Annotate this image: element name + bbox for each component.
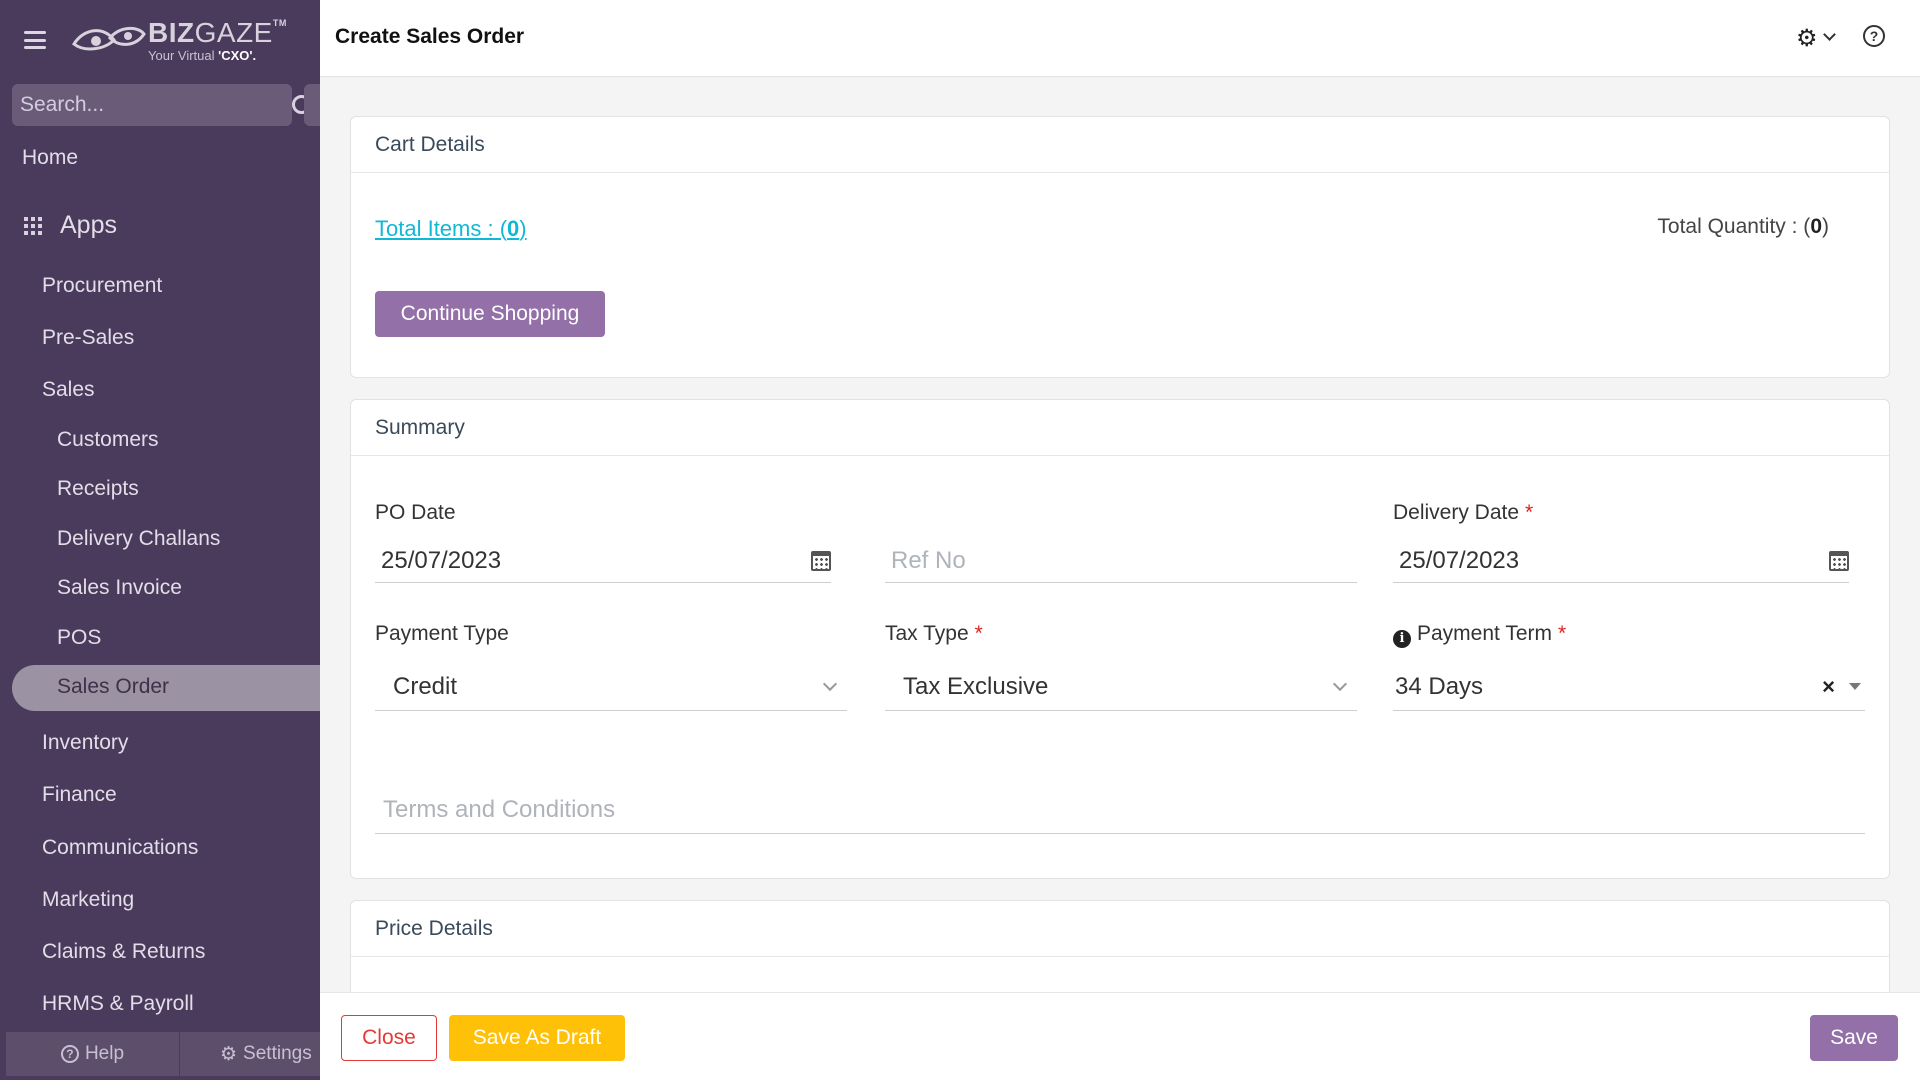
sidebar-item-delivery-challans[interactable]: Delivery Challans — [57, 527, 220, 551]
payment-type-value: Credit — [393, 672, 458, 700]
summary-title: Summary — [351, 400, 1889, 456]
payment-term-value: 34 Days — [1395, 672, 1484, 700]
payment-term-select[interactable]: 34 Days × — [1393, 663, 1865, 711]
calendar-icon[interactable] — [811, 550, 831, 571]
action-footer: Close Save As Draft Save — [320, 992, 1920, 1080]
sidebar-scroll-tab[interactable] — [304, 84, 320, 126]
delivery-date-field[interactable]: 25/07/2023 — [1393, 539, 1849, 583]
delivery-date-label: Delivery Date * — [1393, 501, 1534, 524]
sidebar-item-home[interactable]: Home — [22, 146, 78, 170]
total-quantity: Total Quantity : (0) — [1657, 215, 1829, 238]
save-button[interactable]: Save — [1810, 1015, 1898, 1061]
help-button[interactable]: ? Help — [6, 1032, 180, 1076]
price-details-title: Price Details — [351, 901, 1889, 957]
calendar-icon[interactable] — [1829, 550, 1849, 571]
save-as-draft-button[interactable]: Save As Draft — [449, 1015, 625, 1061]
delivery-date-value: 25/07/2023 — [1399, 546, 1520, 574]
clear-icon[interactable]: × — [1822, 674, 1835, 700]
summary-card: Summary PO Date 25/07/2023 Ref No Delive… — [350, 399, 1890, 879]
payment-type-label: Payment Type — [375, 622, 509, 645]
tax-type-label: Tax Type * — [885, 622, 983, 645]
po-date-label: PO Date — [375, 501, 456, 524]
sidebar-item-apps[interactable]: Apps — [24, 211, 117, 240]
sidebar-item-receipts[interactable]: Receipts — [57, 477, 139, 501]
settings-button[interactable]: ⚙ Settings — [180, 1032, 320, 1076]
chevron-down-icon[interactable] — [1823, 28, 1836, 41]
gear-icon: ⚙ — [220, 1043, 238, 1065]
sidebar-item-hrms-payroll[interactable]: HRMS & Payroll — [42, 992, 194, 1016]
sidebar: BIZGAZETM Your Virtual 'CXO'. Home Apps … — [0, 0, 320, 1080]
apps-label: Apps — [60, 211, 117, 239]
apps-grid-icon — [24, 216, 42, 235]
sidebar-item-sales-order[interactable]: Sales Order — [57, 675, 169, 699]
payment-type-select[interactable]: Credit — [375, 663, 847, 711]
info-icon[interactable]: i — [1393, 629, 1411, 648]
chevron-down-icon — [822, 676, 838, 691]
logo-tagline: Your Virtual 'CXO'. — [148, 47, 257, 63]
hamburger-menu-icon[interactable] — [24, 31, 46, 49]
total-items-link[interactable]: Total Items : (0) — [375, 216, 527, 242]
ref-no-field[interactable]: Ref No — [885, 539, 1357, 583]
page-header: Create Sales Order ⚙ ? — [320, 0, 1920, 77]
page-title: Create Sales Order — [335, 25, 525, 48]
logo-name: BIZGAZETM — [148, 16, 287, 48]
sidebar-footer: ? Help ⚙ Settings — [6, 1032, 320, 1076]
sidebar-item-pos[interactable]: POS — [57, 626, 101, 650]
sidebar-item-finance[interactable]: Finance — [42, 783, 117, 807]
search-input[interactable] — [20, 93, 291, 117]
po-date-field[interactable]: 25/07/2023 — [375, 539, 831, 583]
tax-type-select[interactable]: Tax Exclusive — [885, 663, 1357, 711]
close-button[interactable]: Close — [341, 1015, 437, 1061]
help-icon[interactable]: ? — [1863, 25, 1885, 47]
payment-term-label: i Payment Term * — [1393, 622, 1566, 648]
sidebar-search — [12, 84, 311, 126]
caret-down-icon[interactable] — [1849, 683, 1861, 690]
ref-no-placeholder: Ref No — [891, 546, 966, 574]
continue-shopping-button[interactable]: Continue Shopping — [375, 291, 605, 337]
help-circle-icon: ? — [60, 1045, 79, 1063]
sidebar-item-marketing[interactable]: Marketing — [42, 888, 134, 912]
sidebar-item-claims-returns[interactable]: Claims & Returns — [42, 940, 205, 964]
sidebar-item-inventory[interactable]: Inventory — [42, 731, 128, 755]
settings-label: Settings — [243, 1043, 312, 1064]
gear-icon[interactable]: ⚙ — [1796, 24, 1818, 53]
sidebar-item-pre-sales[interactable]: Pre-Sales — [42, 326, 134, 350]
sidebar-header: BIZGAZETM Your Virtual 'CXO'. — [0, 0, 320, 80]
sidebar-item-communications[interactable]: Communications — [42, 836, 198, 860]
chevron-down-icon — [1332, 676, 1348, 691]
terms-placeholder: Terms and Conditions — [383, 795, 616, 823]
sidebar-item-procurement[interactable]: Procurement — [42, 274, 162, 298]
help-label: Help — [84, 1043, 125, 1064]
cart-details-card: Cart Details Total Items : (0) Total Qua… — [350, 116, 1890, 378]
po-date-value: 25/07/2023 — [381, 546, 502, 574]
sidebar-item-customers[interactable]: Customers — [57, 428, 159, 452]
cart-details-title: Cart Details — [351, 117, 1889, 173]
sidebar-item-sales[interactable]: Sales — [42, 378, 95, 402]
tax-type-value: Tax Exclusive — [903, 672, 1049, 700]
sidebar-item-sales-invoice[interactable]: Sales Invoice — [57, 576, 182, 600]
bizgaze-logo[interactable]: BIZGAZETM Your Virtual 'CXO'. — [70, 16, 287, 63]
terms-and-conditions-field[interactable]: Terms and Conditions — [375, 786, 1865, 834]
logo-eyes-icon — [72, 27, 146, 51]
